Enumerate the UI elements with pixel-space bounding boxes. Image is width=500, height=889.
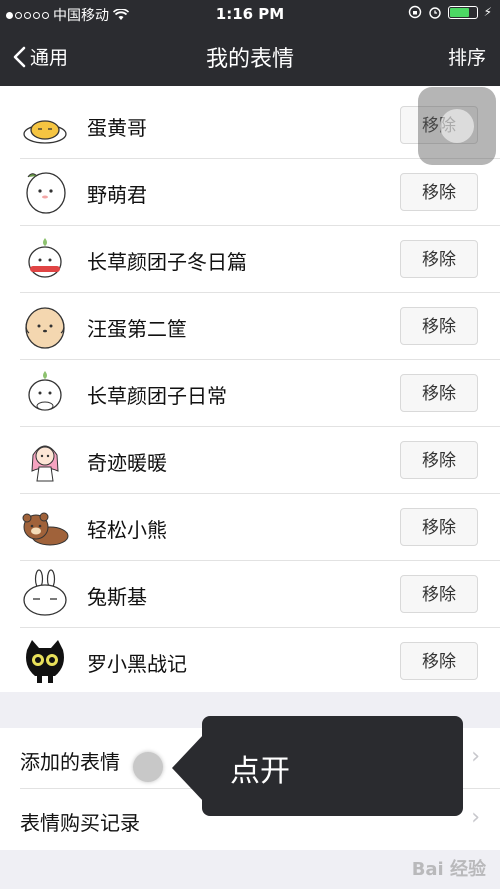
touch-indicator (133, 752, 163, 782)
page-title: 我的表情 (205, 47, 294, 72)
dumpling-winter-icon (28, 238, 62, 278)
remove-button[interactable]: 移除 (400, 374, 478, 412)
remove-button[interactable]: 移除 (400, 441, 478, 479)
sticker-name: 奇迹暖暖 (87, 451, 167, 475)
remove-button[interactable]: 移除 (400, 173, 478, 211)
sort-button[interactable]: 排序 (448, 43, 486, 70)
sticker-name: 长草颜团子冬日篇 (87, 250, 247, 274)
sticker-name: 罗小黑战记 (87, 652, 187, 676)
assistive-touch-button[interactable] (418, 87, 496, 165)
list-item: 汪蛋第二筐 移除 (0, 293, 500, 360)
purchase-history-label: 表情购买记录 (20, 811, 140, 835)
remove-button[interactable]: 移除 (400, 508, 478, 546)
remove-button[interactable]: 移除 (400, 642, 478, 680)
rabbit-icon (23, 569, 67, 616)
list-item: 轻松小熊 移除 (0, 494, 500, 561)
tooltip-text: 点开 (230, 754, 290, 789)
sticker-list: 蛋黄哥 移除 野萌君 移除 长草颜团子冬日篇 移除 汪蛋第二筐 移除 长草颜团子… (0, 86, 500, 692)
list-item: 罗小黑战记 移除 (0, 628, 500, 695)
battery-icon (447, 5, 478, 19)
dumpling-daily-icon (28, 371, 62, 411)
alarm-icon (428, 7, 441, 19)
status-right: ⚡ (408, 5, 492, 19)
list-item: 野萌君 移除 (0, 159, 500, 226)
navigation-bar: 通用 我的表情 排序 (0, 28, 500, 86)
egg-dog-icon (25, 307, 65, 349)
status-bar: 中国移动 1:16 PM ⚡ (0, 0, 500, 28)
charging-icon: ⚡ (483, 5, 492, 19)
rotation-lock-icon (408, 5, 421, 19)
cute-creature-icon (26, 172, 66, 214)
girl-character-icon (31, 445, 59, 482)
list-item: 长草颜团子日常 移除 (0, 360, 500, 427)
list-item: 长草颜团子冬日篇 移除 (0, 226, 500, 293)
instruction-tooltip: 点开 (172, 716, 463, 816)
list-item: 奇迹暖暖 移除 (0, 427, 500, 494)
sticker-name: 兔斯基 (87, 585, 147, 609)
sticker-name: 汪蛋第二筐 (87, 317, 187, 341)
remove-button[interactable]: 移除 (400, 240, 478, 278)
chevron-right-icon: › (471, 805, 480, 830)
remove-button[interactable]: 移除 (400, 575, 478, 613)
sticker-name: 野萌君 (87, 183, 147, 207)
list-item: 兔斯基 移除 (0, 561, 500, 628)
added-stickers-label: 添加的表情 (20, 750, 120, 774)
black-cat-icon (26, 640, 64, 683)
egg-character-icon (23, 120, 67, 144)
sticker-name: 长草颜团子日常 (87, 384, 227, 408)
sticker-name: 轻松小熊 (87, 518, 167, 542)
bear-icon (22, 512, 69, 546)
watermark: Bai 经验 (411, 859, 486, 880)
chevron-right-icon: › (471, 744, 480, 769)
sticker-name: 蛋黄哥 (87, 116, 147, 140)
remove-button[interactable]: 移除 (400, 307, 478, 345)
